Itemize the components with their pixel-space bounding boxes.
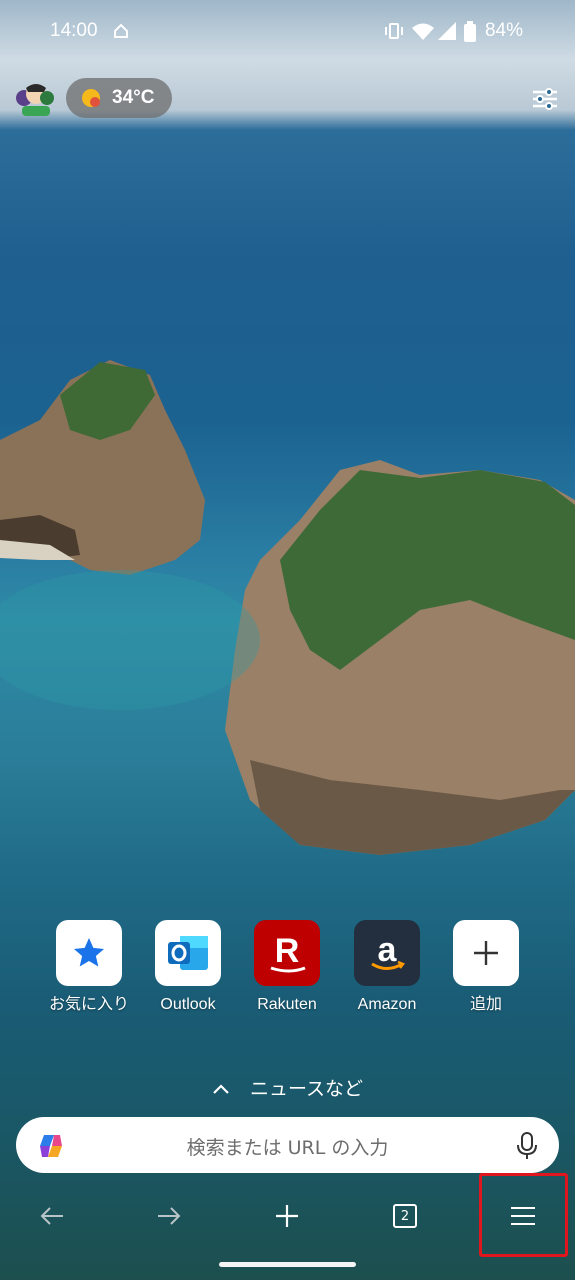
forward-button[interactable] xyxy=(139,1196,199,1236)
add-tile[interactable] xyxy=(453,920,519,986)
quick-link-label: Rakuten xyxy=(257,996,317,1013)
quick-link-label: 追加 xyxy=(469,996,502,1013)
quick-link-outlook[interactable]: Outlook xyxy=(138,920,238,1016)
signal-icon xyxy=(438,22,456,40)
news-toggle[interactable]: ニュースなど xyxy=(0,1074,575,1101)
page-settings-icon[interactable] xyxy=(531,86,559,112)
amazon-tile[interactable]: a xyxy=(354,920,420,986)
quick-link-amazon[interactable]: a Amazon xyxy=(337,920,437,1016)
temperature: 34°C xyxy=(112,87,155,108)
search-placeholder[interactable]: 検索または URL の入力 xyxy=(16,1133,559,1160)
plus-icon xyxy=(474,941,498,965)
tab-count: 2 xyxy=(393,1204,417,1228)
favorites-tile[interactable] xyxy=(56,920,122,986)
quick-link-label: Amazon xyxy=(357,996,417,1013)
back-button[interactable] xyxy=(22,1196,82,1236)
weather-widget[interactable]: 34°C xyxy=(66,78,172,118)
wifi-icon xyxy=(412,23,434,40)
profile-avatar[interactable] xyxy=(14,80,56,116)
chevron-up-icon xyxy=(213,1084,229,1094)
status-bar: 14:00 84% xyxy=(0,0,575,64)
tabs-button[interactable]: 2 xyxy=(375,1196,435,1236)
battery-icon xyxy=(464,21,476,42)
status-time: 14:00 xyxy=(50,20,98,41)
quick-link-label: Outlook xyxy=(160,996,216,1013)
amazon-icon: a xyxy=(371,931,405,970)
news-label: ニュースなど xyxy=(249,1078,364,1100)
outlook-icon xyxy=(168,936,208,970)
outlook-tile[interactable] xyxy=(155,920,221,986)
weather-sun-icon xyxy=(82,89,100,107)
rakuten-icon: R xyxy=(270,932,306,973)
star-icon xyxy=(74,938,104,967)
search-bar[interactable]: 検索または URL の入力 xyxy=(16,1117,559,1173)
arrow-left-icon xyxy=(40,1207,63,1225)
quick-link-favorites[interactable]: お気に入り xyxy=(39,920,139,1016)
rakuten-tile[interactable]: R xyxy=(254,920,320,986)
plus-icon xyxy=(276,1205,298,1227)
quick-link-rakuten[interactable]: R Rakuten xyxy=(237,920,337,1016)
menu-highlight-box xyxy=(479,1173,568,1257)
svg-text:R: R xyxy=(275,932,300,970)
battery-percentage: 84% xyxy=(484,20,523,41)
svg-text:a: a xyxy=(378,931,398,969)
quick-links: お気に入り Outlook R Rakuten a Amazon 追加 xyxy=(0,920,575,1050)
new-tab-button[interactable] xyxy=(257,1196,317,1236)
home-indicator[interactable] xyxy=(219,1262,356,1267)
quick-link-label: お気に入り xyxy=(48,996,129,1013)
arrow-right-icon xyxy=(158,1207,181,1225)
vibrate-icon xyxy=(385,23,403,39)
quick-link-add[interactable]: 追加 xyxy=(436,920,536,1016)
home-alert-icon xyxy=(114,23,128,38)
microphone-icon[interactable] xyxy=(515,1131,539,1161)
